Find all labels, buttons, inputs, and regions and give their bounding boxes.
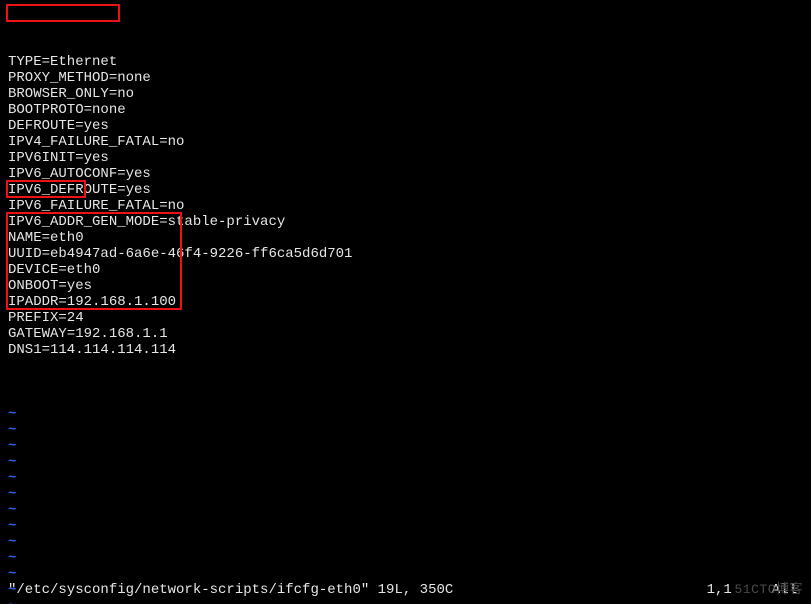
empty-line-tilde: ~: [8, 598, 803, 604]
highlight-box-type: [6, 4, 120, 22]
config-line: NAME=eth0: [8, 230, 803, 246]
config-line: ONBOOT=yes: [8, 278, 803, 294]
config-line: IPV6_ADDR_GEN_MODE=stable-privacy: [8, 214, 803, 230]
status-scroll-pct: All: [772, 582, 797, 598]
config-line: TYPE=Ethernet: [8, 54, 803, 70]
empty-line-tilde: ~: [8, 406, 803, 422]
empty-line-tilde: ~: [8, 550, 803, 566]
empty-line-tilde: ~: [8, 470, 803, 486]
config-line: IPADDR=192.168.1.100: [8, 294, 803, 310]
config-line: IPV4_FAILURE_FATAL=no: [8, 134, 803, 150]
config-line: IPV6_FAILURE_FATAL=no: [8, 198, 803, 214]
config-line: UUID=eb4947ad-6a6e-46f4-9226-ff6ca5d6d70…: [8, 246, 803, 262]
status-file-info: "/etc/sysconfig/network-scripts/ifcfg-et…: [8, 582, 453, 598]
empty-line-tilde: ~: [8, 486, 803, 502]
config-line: BOOTPROTO=none: [8, 102, 803, 118]
empty-line-tilde: ~: [8, 438, 803, 454]
empty-line-tilde: ~: [8, 422, 803, 438]
empty-line-tilde: ~: [8, 454, 803, 470]
config-line: BROWSER_ONLY=no: [8, 86, 803, 102]
vim-status-bar: "/etc/sysconfig/network-scripts/ifcfg-et…: [8, 582, 803, 598]
terminal-viewport[interactable]: TYPE=EthernetPROXY_METHOD=noneBROWSER_ON…: [0, 0, 811, 604]
config-line: IPV6_AUTOCONF=yes: [8, 166, 803, 182]
config-line: DEFROUTE=yes: [8, 118, 803, 134]
config-line: IPV6_DEFROUTE=yes: [8, 182, 803, 198]
config-line: PREFIX=24: [8, 310, 803, 326]
status-cursor-pos: 1,1: [707, 582, 732, 598]
empty-line-tilde: ~: [8, 534, 803, 550]
config-line: IPV6INIT=yes: [8, 150, 803, 166]
config-line: DEVICE=eth0: [8, 262, 803, 278]
empty-line-tilde: ~: [8, 566, 803, 582]
config-line: DNS1=114.114.114.114: [8, 342, 803, 358]
config-lines: TYPE=EthernetPROXY_METHOD=noneBROWSER_ON…: [8, 54, 803, 358]
empty-line-tilde: ~: [8, 518, 803, 534]
config-line: PROXY_METHOD=none: [8, 70, 803, 86]
empty-line-tilde: ~: [8, 502, 803, 518]
config-line: GATEWAY=192.168.1.1: [8, 326, 803, 342]
status-spacer: [453, 582, 706, 598]
empty-region: ~~~~~~~~~~~~~~~: [8, 406, 803, 604]
